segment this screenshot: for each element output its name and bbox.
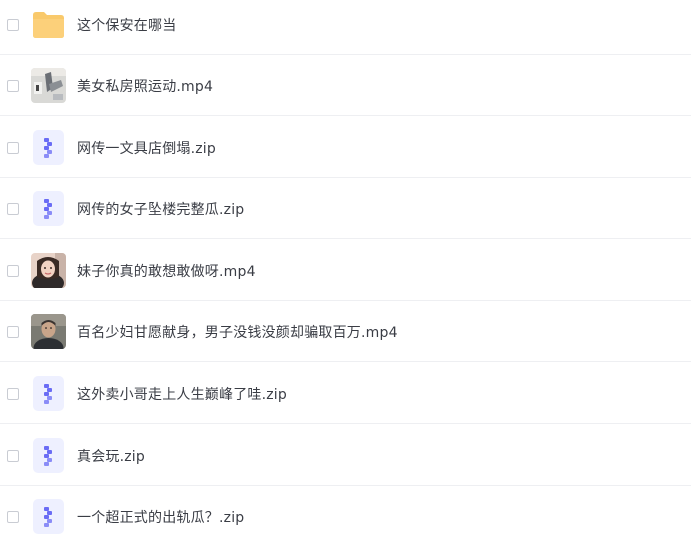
zip-icon (31, 499, 66, 534)
zip-icon (31, 130, 66, 165)
video-thumbnail (31, 68, 66, 103)
video-thumbnail (31, 253, 66, 288)
row-divider (0, 115, 691, 116)
row-checkbox[interactable] (7, 79, 19, 92)
file-list: 这个保安在哪当 美女私房照运动.mp4 网传一文具店倒塌.zip 网传的女子坠楼… (0, 0, 691, 546)
folder-icon (31, 7, 66, 42)
file-name[interactable]: 网传一文具店倒塌.zip (77, 138, 216, 158)
list-item[interactable]: 网传的女子坠楼完整瓜.zip (0, 178, 691, 239)
row-divider (0, 238, 691, 239)
file-name[interactable]: 百名少妇甘愿献身，男子没钱没颜却骗取百万.mp4 (77, 322, 398, 342)
video-thumbnail (31, 314, 66, 349)
row-checkbox[interactable] (7, 264, 19, 277)
list-item[interactable]: 网传一文具店倒塌.zip (0, 117, 691, 178)
zip-icon (31, 191, 66, 226)
list-item[interactable]: 这外卖小哥走上人生巅峰了哇.zip (0, 363, 691, 424)
row-checkbox[interactable] (7, 449, 19, 462)
row-checkbox[interactable] (7, 325, 19, 338)
row-checkbox[interactable] (7, 387, 19, 400)
list-item[interactable]: 这个保安在哪当 (0, 0, 691, 55)
row-checkbox[interactable] (7, 510, 19, 523)
zip-icon (31, 376, 66, 411)
row-checkbox[interactable] (7, 141, 19, 154)
list-item[interactable]: 一个超正式的出轨瓜？.zip (0, 486, 691, 546)
file-name[interactable]: 美女私房照运动.mp4 (77, 76, 213, 96)
list-item[interactable]: 真会玩.zip (0, 425, 691, 486)
row-divider (0, 423, 691, 424)
file-name[interactable]: 一个超正式的出轨瓜？.zip (77, 507, 244, 527)
list-item[interactable]: 妹子你真的敢想敢做呀.mp4 (0, 240, 691, 301)
list-item[interactable]: 百名少妇甘愿献身，男子没钱没颜却骗取百万.mp4 (0, 301, 691, 362)
row-divider (0, 361, 691, 362)
file-name[interactable]: 网传的女子坠楼完整瓜.zip (77, 199, 244, 219)
list-item[interactable]: 美女私房照运动.mp4 (0, 55, 691, 116)
file-name[interactable]: 真会玩.zip (77, 446, 145, 466)
zip-icon (31, 438, 66, 473)
file-name[interactable]: 这外卖小哥走上人生巅峰了哇.zip (77, 384, 287, 404)
file-name[interactable]: 妹子你真的敢想敢做呀.mp4 (77, 261, 256, 281)
row-checkbox[interactable] (7, 18, 19, 31)
row-checkbox[interactable] (7, 202, 19, 215)
file-name[interactable]: 这个保安在哪当 (77, 15, 176, 35)
